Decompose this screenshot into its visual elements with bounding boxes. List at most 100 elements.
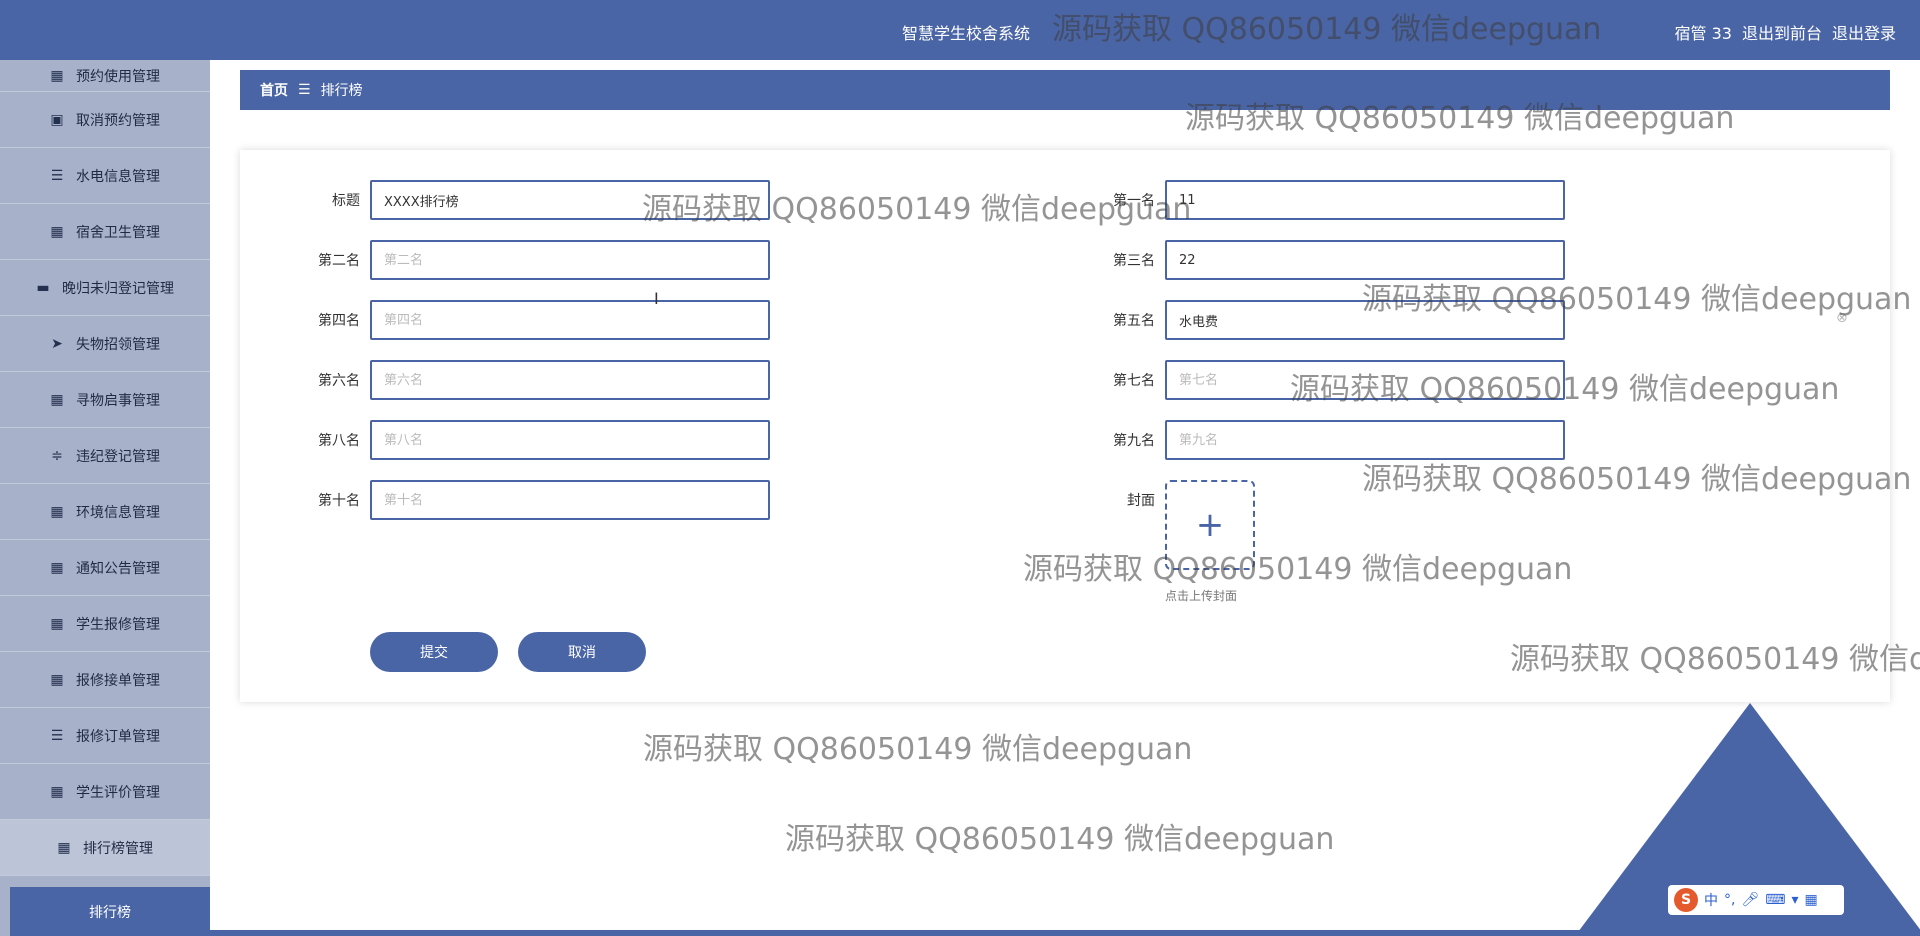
sidebar: ▦ 预约使用管理 ▣ 取消预约管理 ☰ 水电信息管理 ▦ 宿舍卫生管理 ▬ 晚归未归登记管… [0,60,210,936]
list-icon: ☰ [50,727,64,744]
sidebar-item-label: 寻物启事管理 [76,392,160,409]
sidebar-item-student-review[interactable]: ▦ 学生评价管理 [0,764,210,820]
sidebar-item-notice[interactable]: ▦ 通知公告管理 [0,540,210,596]
keyboard-icon[interactable]: ⌨︎ [1765,892,1785,908]
sidebar-item-discipline[interactable]: ≑ 违纪登记管理 [0,428,210,484]
calendar-x-icon: ▣ [50,111,64,128]
cancel-button[interactable]: 取消 [518,632,646,672]
grid-icon: ▦ [50,559,64,576]
seventh-label: 第七名 [1113,373,1155,389]
fourth-field: 第四名 [290,300,770,340]
sidebar-item-repair-orders[interactable]: ☰ 报修订单管理 [0,708,210,764]
third-label: 第三名 [1113,253,1155,269]
tenth-input[interactable] [370,480,770,520]
sidebar-item-label: 预约使用管理 [76,68,160,85]
grid-icon: ▦ [50,783,64,800]
sidebar-item-hygiene[interactable]: ▦ 宿舍卫生管理 [0,204,210,260]
third-field: 第三名 [1085,240,1565,280]
ime-mode[interactable]: 中 [1704,890,1718,910]
breadcrumb-current: 排行榜 [320,83,363,99]
tenth-field: 第十名 [290,480,770,520]
first-label: 第一名 [1113,193,1155,209]
eighth-field: 第八名 [290,420,770,460]
sidebar-item-label: 宿舍卫生管理 [76,224,160,241]
title-field: 标题 [290,180,770,220]
watermark-text: 源码获取 QQ86050149 微信deepguan [643,732,1193,767]
breadcrumb: 首页 ☰ 排行榜 [240,70,1890,110]
sixth-input[interactable] [370,360,770,400]
fifth-label: 第五名 [1113,313,1155,329]
ninth-field: 第九名 [1085,420,1565,460]
second-field: 第二名 [290,240,770,280]
menu-separator-icon: ☰ [298,82,311,98]
sidebar-item-label: 排行榜管理 [83,840,153,857]
cover-field: 封面 [1085,480,1165,520]
grid-icon: ▦ [50,223,64,240]
fifth-field: 第五名 [1085,300,1565,340]
sidebar-item-label: 学生报修管理 [76,616,160,633]
microphone-icon[interactable]: 🎤︎ [1741,892,1759,908]
grid-icon: ▦ [50,503,64,520]
sidebar-item-utilities[interactable]: ☰ 水电信息管理 [0,148,210,204]
user-name: 宿管 33 [1674,24,1732,43]
ninth-input[interactable] [1165,420,1565,460]
logout-link[interactable]: 退出登录 [1832,20,1896,44]
second-input[interactable] [370,240,770,280]
breadcrumb-home[interactable]: 首页 [260,80,288,100]
sidebar-item-label: 违纪登记管理 [76,448,160,465]
sidebar-item-reservation[interactable]: ▦ 预约使用管理 [0,60,210,92]
seventh-field: 第七名 [1085,360,1565,400]
cover-upload-hint: 点击上传封面 [1165,589,1238,603]
sidebar-item-label: 通知公告管理 [76,560,160,577]
exit-to-front-link[interactable]: 退出到前台 [1742,20,1822,44]
sidebar-item-label: 取消预约管理 [76,112,160,129]
ninth-label: 第九名 [1113,433,1155,449]
grid-icon: ▦ [50,67,64,84]
shirt-icon[interactable]: ▾ [1791,892,1798,908]
watermark-text: 源码获取 QQ86050149 微信deepguan [785,822,1335,857]
sidebar-item-label: 晚归未归登记管理 [62,280,174,297]
title-input[interactable] [370,180,770,220]
ime-punct[interactable]: °, [1724,892,1735,908]
sidebar-item-student-repair[interactable]: ▦ 学生报修管理 [0,596,210,652]
sidebar-item-label: 失物招领管理 [76,336,160,353]
first-field: 第一名 [1085,180,1565,220]
seventh-input[interactable] [1165,360,1565,400]
apps-icon[interactable]: ▦ [1804,892,1817,908]
app-title: 智慧学生校舍系统 [902,24,1031,43]
second-label: 第二名 [318,253,360,269]
paper-plane-icon: ➤ [51,335,63,352]
tenth-label: 第十名 [318,493,360,509]
bottom-bar [210,930,1920,936]
sidebar-item-label: 水电信息管理 [76,168,160,185]
submit-button[interactable]: 提交 [370,632,498,672]
fifth-input[interactable] [1165,300,1565,340]
top-header-bar: 智慧学生校舍系统 宿管 33 退出到前台 退出登录 [0,0,1920,60]
eighth-input[interactable] [370,420,770,460]
cover-upload-button[interactable]: + [1165,480,1255,570]
grid-icon: ▦ [57,839,71,856]
sidebar-item-cancel-reservation[interactable]: ▣ 取消预约管理 [0,92,210,148]
sidebar-item-lost-found[interactable]: ➤ 失物招领管理 [0,316,210,372]
fourth-input[interactable] [370,300,770,340]
list-icon: ☰ [50,167,64,184]
sidebar-item-lost-notice[interactable]: ▦ 寻物启事管理 [0,372,210,428]
briefcase-icon: ▬ [36,279,50,296]
grid-icon: ▦ [50,671,64,688]
sliders-icon: ≑ [51,447,63,464]
text-cursor-icon: I [654,289,659,308]
sidebar-item-repair-accept[interactable]: ▦ 报修接单管理 [0,652,210,708]
clear-icon[interactable]: ⊗ [1836,310,1848,326]
sidebar-item-ranking[interactable]: ▦ 排行榜管理 [0,820,210,876]
sidebar-subitem-ranking[interactable]: 排行榜 [10,887,210,936]
third-input[interactable] [1165,240,1565,280]
sidebar-item-environment[interactable]: ▦ 环境信息管理 [0,484,210,540]
plus-icon: + [1195,505,1225,545]
sixth-label: 第六名 [318,373,360,389]
grid-icon: ▦ [50,615,64,632]
sidebar-item-label: 报修接单管理 [76,672,160,689]
first-input[interactable] [1165,180,1565,220]
fourth-label: 第四名 [318,313,360,329]
ime-toolbar[interactable]: S 中 °, 🎤︎ ⌨︎ ▾ ▦ [1668,885,1844,915]
sidebar-item-late-return[interactable]: ▬ 晚归未归登记管理 [0,260,210,316]
